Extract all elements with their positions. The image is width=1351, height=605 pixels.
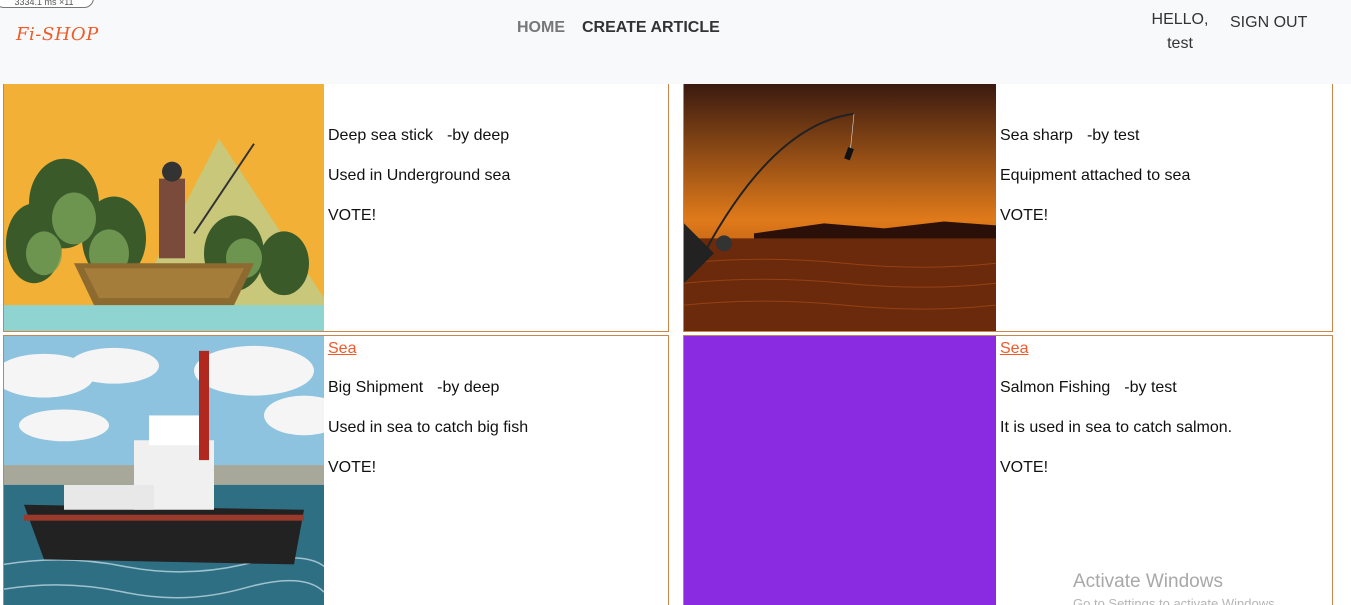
article-title: Salmon Fishing [1000, 379, 1111, 396]
article-author: -by deep [437, 379, 500, 396]
article-title: Deep sea stick [328, 127, 433, 144]
article-description: It is used in sea to catch salmon. [1000, 419, 1233, 436]
article-author: -by deep [446, 127, 510, 144]
article-body: Sea Salmon Fishing -by test It is used in… [1000, 340, 1328, 477]
article-description: Used in sea to catch big fish [328, 419, 529, 436]
vote-button[interactable]: VOTE! [328, 459, 376, 477]
article-description: Equipment attached to sea [1000, 167, 1191, 184]
article-description: Used in Underground sea [328, 167, 511, 184]
nav-links: HOME CREATE ARTICLE [517, 19, 720, 37]
article-title: Big Shipment [328, 379, 424, 396]
article-image[interactable] [684, 84, 996, 331]
article-body: Deep sea stick -by deep Used in Undergrou… [328, 88, 664, 225]
article-category-link[interactable]: Sea [1000, 340, 1328, 360]
article-title-line: Salmon Fishing -by test [1000, 379, 1328, 397]
article-category-link[interactable] [1000, 88, 1328, 108]
article-image[interactable] [4, 84, 324, 331]
navbar: Fi-SHOP HOME CREATE ARTICLE HELLO, test … [0, 0, 1351, 84]
article-card: Sea Big Shipment -by deep Used in sea to … [3, 335, 669, 605]
nav-create-article-link[interactable]: CREATE ARTICLE [582, 19, 720, 37]
article-image[interactable] [684, 336, 996, 605]
greeting: HELLO, test [1150, 8, 1210, 56]
article-title-line: Deep sea stick -by deep [328, 127, 664, 145]
sign-out-link[interactable]: SIGN OUT [1230, 14, 1307, 32]
article-title-line: Big Shipment -by deep [328, 379, 664, 397]
vote-button[interactable]: VOTE! [1000, 207, 1048, 225]
debug-timer-badge: 3334.1 ms ×11 [0, 0, 94, 8]
article-title-line: Sea sharp -by test [1000, 127, 1328, 145]
vote-button[interactable]: VOTE! [328, 207, 376, 225]
windows-activation-subtitle: Go to Settings to activate Windows. [1073, 596, 1279, 605]
article-author: -by test [1124, 379, 1177, 396]
user-area: HELLO, test SIGN OUT [1150, 8, 1308, 56]
article-category-link[interactable]: Sea [328, 340, 664, 360]
vote-button[interactable]: VOTE! [1000, 459, 1048, 477]
article-image[interactable] [4, 336, 324, 605]
article-card: Deep sea stick -by deep Used in Undergrou… [3, 84, 669, 332]
article-body: Sea Big Shipment -by deep Used in sea to … [328, 340, 664, 477]
article-author: -by test [1086, 127, 1140, 144]
article-body: Sea sharp -by test Equipment attached to … [1000, 88, 1328, 225]
nav-home-link[interactable]: HOME [517, 19, 565, 37]
article-card: Sea sharp -by test Equipment attached to … [683, 84, 1333, 332]
greeting-hello: HELLO, [1151, 11, 1209, 28]
article-title: Sea sharp [1000, 127, 1073, 144]
article-card: Sea Salmon Fishing -by test It is used in… [683, 335, 1333, 605]
article-category-link[interactable] [328, 88, 664, 108]
windows-activation-watermark: Activate Windows [1073, 571, 1223, 592]
greeting-username: test [1167, 35, 1193, 52]
brand-logo[interactable]: Fi-SHOP [16, 24, 99, 45]
